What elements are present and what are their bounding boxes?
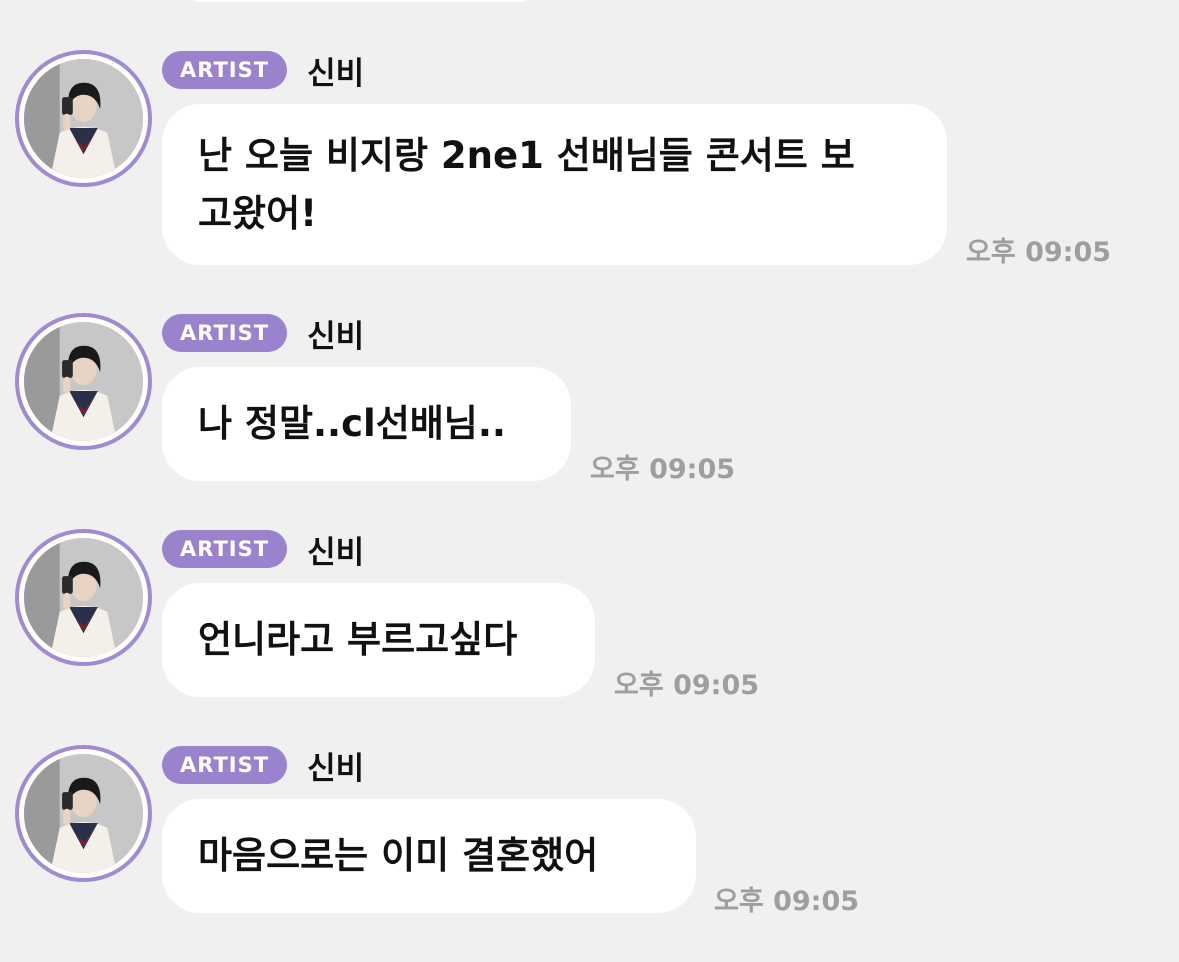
message-header: ARTIST 신비 <box>162 48 364 93</box>
avatar-illustration <box>24 754 143 873</box>
artist-badge: ARTIST <box>162 530 288 568</box>
sender-name[interactable]: 신비 <box>307 743 364 788</box>
avatar[interactable] <box>15 745 152 882</box>
avatar-photo <box>24 59 143 178</box>
avatar[interactable] <box>15 50 152 187</box>
avatar-photo <box>24 754 143 873</box>
avatar-photo <box>24 538 143 657</box>
chat-thread[interactable]: ARTIST 신비 난 오늘 비지랑 2ne1 선배님들 콘서트 보 고왔어! … <box>0 0 1179 962</box>
previous-message-bubble[interactable] <box>185 0 535 2</box>
message-header: ARTIST 신비 <box>162 743 364 788</box>
message-timestamp: 오후 09:05 <box>966 237 1112 268</box>
avatar[interactable] <box>15 529 152 666</box>
avatar-illustration <box>24 322 143 441</box>
sender-name[interactable]: 신비 <box>307 311 364 356</box>
message-bubble[interactable]: 나 정말..cl선배님.. <box>162 367 571 481</box>
message-bubble[interactable]: 언니라고 부르고싶다 <box>162 583 595 697</box>
artist-badge: ARTIST <box>162 746 288 784</box>
sender-name[interactable]: 신비 <box>307 527 364 572</box>
message-timestamp: 오후 09:05 <box>714 886 860 917</box>
message-timestamp: 오후 09:05 <box>590 454 736 485</box>
avatar-photo <box>24 322 143 441</box>
message-header: ARTIST 신비 <box>162 527 364 572</box>
sender-name[interactable]: 신비 <box>307 48 364 93</box>
message-timestamp: 오후 09:05 <box>614 670 760 701</box>
artist-badge: ARTIST <box>162 51 288 89</box>
artist-badge: ARTIST <box>162 314 288 352</box>
avatar-illustration <box>24 59 143 178</box>
avatar[interactable] <box>15 313 152 450</box>
message-bubble[interactable]: 난 오늘 비지랑 2ne1 선배님들 콘서트 보 고왔어! <box>162 104 947 265</box>
message-header: ARTIST 신비 <box>162 311 364 356</box>
avatar-illustration <box>24 538 143 657</box>
message-bubble[interactable]: 마음으로는 이미 결혼했어 <box>162 799 696 913</box>
